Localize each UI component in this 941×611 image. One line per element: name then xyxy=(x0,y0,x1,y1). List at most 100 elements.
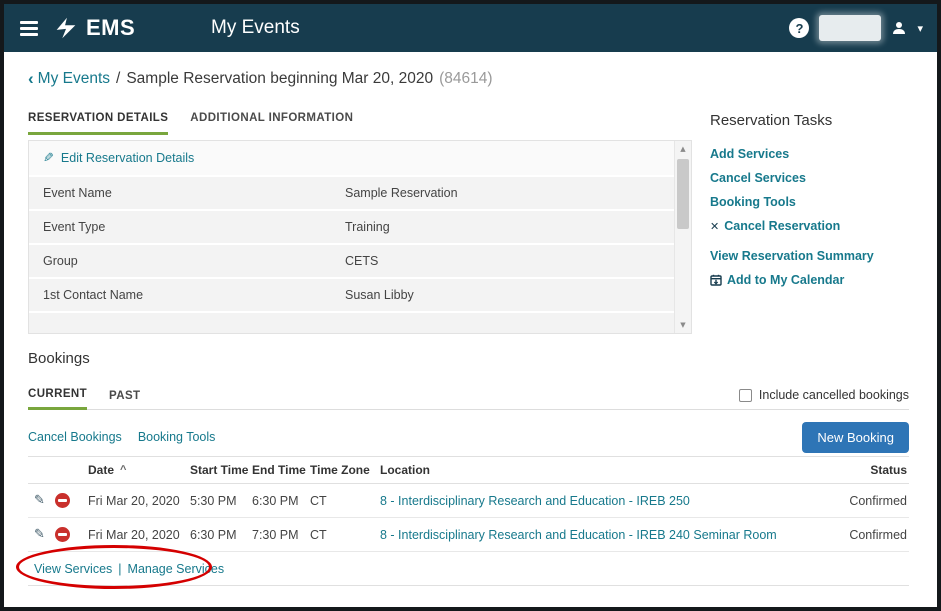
help-icon[interactable]: ? xyxy=(789,18,809,38)
view-services-link[interactable]: View Services xyxy=(34,562,112,576)
header-status: Status xyxy=(829,463,909,477)
field-row-first-contact: 1st Contact Name Susan Libby xyxy=(29,279,674,313)
header-end-time: End Time xyxy=(252,463,310,477)
header-time-zone: Time Zone xyxy=(310,463,380,477)
reservation-tabs: RESERVATION DETAILS ADDITIONAL INFORMATI… xyxy=(28,112,353,135)
hamburger-menu-icon[interactable] xyxy=(4,21,52,36)
navbar-right-cluster: ? ▾ xyxy=(789,15,923,41)
booking-date: Fri Mar 20, 2020 xyxy=(88,528,190,542)
booking-date: Fri Mar 20, 2020 xyxy=(88,494,190,508)
breadcrumb-separator: / xyxy=(116,70,120,88)
booking-row: ✎ Fri Mar 20, 2020 6:30 PM 7:30 PM CT 8 … xyxy=(28,518,909,552)
cancel-booking-icon[interactable] xyxy=(55,493,70,508)
bookings-table-footer: View Services | Manage Services xyxy=(28,552,909,586)
cancel-reservation-label: Cancel Reservation xyxy=(724,219,840,233)
edit-reservation-row: ✎ Edit Reservation Details xyxy=(29,141,674,177)
add-calendar-label: Add to My Calendar xyxy=(727,273,844,287)
top-navbar: EMS My Events ? ▾ xyxy=(4,4,937,52)
back-chevron-icon: ‹ xyxy=(28,69,34,89)
reservation-tasks-title: Reservation Tasks xyxy=(710,112,920,129)
booking-status: Confirmed xyxy=(829,494,909,508)
booking-tools-bookings-link[interactable]: Booking Tools xyxy=(138,430,216,444)
booking-tz: CT xyxy=(310,528,380,542)
booking-location-link[interactable]: 8 - Interdisciplinary Research and Educa… xyxy=(380,528,777,542)
header-location: Location xyxy=(380,463,829,477)
add-to-calendar-link[interactable]: Add to My Calendar xyxy=(710,273,920,287)
bookings-title: Bookings xyxy=(28,350,90,367)
page-title: My Events xyxy=(211,17,300,39)
booking-location-link[interactable]: 8 - Interdisciplinary Research and Educa… xyxy=(380,494,690,508)
field-row-partial xyxy=(29,313,674,334)
reservation-id: (84614) xyxy=(439,70,492,88)
header-date[interactable]: Date ^ xyxy=(88,463,190,477)
view-reservation-summary-link[interactable]: View Reservation Summary xyxy=(710,249,920,263)
cancel-services-link[interactable]: Cancel Services xyxy=(710,171,920,185)
scroll-down-icon[interactable]: ▼ xyxy=(675,317,691,333)
brand-text: EMS xyxy=(86,15,135,41)
field-label: Event Type xyxy=(29,220,345,234)
field-row-event-name: Event Name Sample Reservation xyxy=(29,177,674,211)
cancel-booking-icon[interactable] xyxy=(55,527,70,542)
view-summary-label: View Reservation Summary xyxy=(710,249,874,263)
booking-end: 6:30 PM xyxy=(252,494,310,508)
tab-past-bookings[interactable]: PAST xyxy=(109,390,140,409)
booking-tools-link[interactable]: Booking Tools xyxy=(710,195,920,209)
add-services-label: Add Services xyxy=(710,147,789,161)
tab-additional-information[interactable]: ADDITIONAL INFORMATION xyxy=(190,112,353,135)
calendar-icon xyxy=(710,274,722,286)
redacted-username xyxy=(819,15,881,41)
booking-status: Confirmed xyxy=(829,528,909,542)
include-cancelled-group: Include cancelled bookings xyxy=(739,388,909,409)
add-services-link[interactable]: Add Services xyxy=(710,147,920,161)
edit-booking-icon[interactable]: ✎ xyxy=(34,493,45,508)
reservation-tasks-panel: Reservation Tasks Add Services Cancel Se… xyxy=(710,112,920,297)
chevron-down-icon[interactable]: ▾ xyxy=(917,22,923,35)
bookings-tabs: CURRENT PAST Include cancelled bookings xyxy=(28,380,909,410)
cancel-services-label: Cancel Services xyxy=(710,171,806,185)
footer-link-separator: | xyxy=(118,562,121,576)
tab-current-bookings[interactable]: CURRENT xyxy=(28,388,87,410)
breadcrumb-back-link[interactable]: ‹ My Events xyxy=(28,68,110,88)
details-scrollbar[interactable]: ▲ ▼ xyxy=(674,141,691,333)
sort-asc-icon: ^ xyxy=(120,465,126,476)
user-icon[interactable] xyxy=(891,20,907,36)
booking-start: 5:30 PM xyxy=(190,494,252,508)
bookings-table: Date ^ Start Time End Time Time Zone Loc… xyxy=(28,456,909,586)
bookings-actions-row: Cancel Bookings Booking Tools New Bookin… xyxy=(28,422,909,452)
field-value: Training xyxy=(345,220,674,234)
field-label: 1st Contact Name xyxy=(29,288,345,302)
field-row-event-type: Event Type Training xyxy=(29,211,674,245)
field-value: CETS xyxy=(345,254,674,268)
field-value: Sample Reservation xyxy=(345,186,674,200)
edit-reservation-details-link[interactable]: Edit Reservation Details xyxy=(61,151,194,165)
booking-tz: CT xyxy=(310,494,380,508)
manage-services-link[interactable]: Manage Services xyxy=(128,562,225,576)
breadcrumb-back-label: My Events xyxy=(38,70,110,88)
field-label: Group xyxy=(29,254,345,268)
booking-end: 7:30 PM xyxy=(252,528,310,542)
reservation-details-panel: ✎ Edit Reservation Details Event Name Sa… xyxy=(28,140,692,334)
ems-logo[interactable]: EMS xyxy=(52,15,135,41)
row-action-icons: ✎ xyxy=(28,493,88,508)
header-start-time: Start Time xyxy=(190,463,252,477)
field-value: Susan Libby xyxy=(345,288,674,302)
edit-pencil-icon: ✎ xyxy=(43,151,54,166)
field-label: Event Name xyxy=(29,186,345,200)
include-cancelled-label: Include cancelled bookings xyxy=(759,388,909,402)
reservation-details-content: ✎ Edit Reservation Details Event Name Sa… xyxy=(29,141,674,333)
booking-tools-label: Booking Tools xyxy=(710,195,796,209)
edit-booking-icon[interactable]: ✎ xyxy=(34,527,45,542)
tab-reservation-details[interactable]: RESERVATION DETAILS xyxy=(28,112,168,135)
new-booking-button[interactable]: New Booking xyxy=(802,422,909,453)
cancel-reservation-link[interactable]: ✕ Cancel Reservation xyxy=(710,219,920,233)
header-date-label: Date xyxy=(88,463,114,477)
row-action-icons: ✎ xyxy=(28,527,88,542)
breadcrumb: ‹ My Events / Sample Reservation beginni… xyxy=(28,68,493,88)
breadcrumb-current-title: Sample Reservation beginning Mar 20, 202… xyxy=(126,70,433,88)
include-cancelled-checkbox[interactable] xyxy=(739,389,752,402)
cancel-bookings-link[interactable]: Cancel Bookings xyxy=(28,430,122,444)
bookings-table-header: Date ^ Start Time End Time Time Zone Loc… xyxy=(28,456,909,484)
scrollbar-thumb[interactable] xyxy=(677,159,689,229)
app-window: EMS My Events ? ▾ ‹ My Events / Sample R… xyxy=(0,0,941,611)
scroll-up-icon[interactable]: ▲ xyxy=(675,141,691,157)
